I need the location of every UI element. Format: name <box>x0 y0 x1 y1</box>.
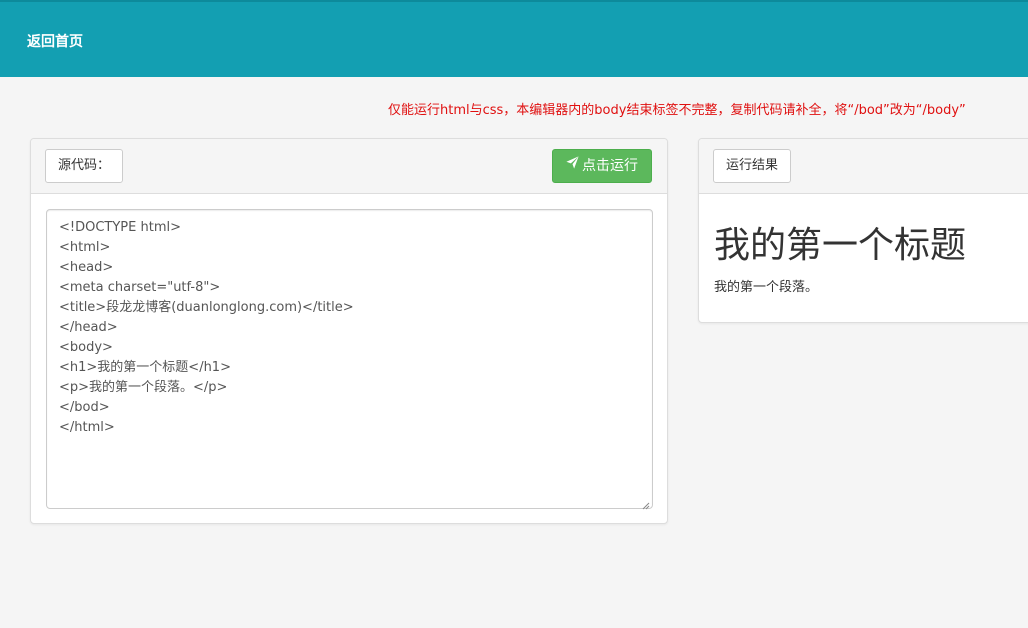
result-output: 我的第一个标题 我的第一个段落。 <box>699 194 1028 295</box>
back-home-link[interactable]: 返回首页 <box>27 31 83 51</box>
code-line: <html> <box>59 240 111 255</box>
code-line: </head> <box>59 320 118 335</box>
result-label: 运行结果 <box>713 149 792 183</box>
top-bar: 返回首页 <box>0 0 1028 77</box>
code-line: <head> <box>59 260 114 275</box>
code-line: <title>段龙龙博客(duanlonglong.com)</title> <box>59 300 354 315</box>
run-button[interactable]: 点击运行 <box>552 149 652 183</box>
paper-plane-icon <box>566 149 579 181</box>
notice-text: 仅能运行html与css，本编辑器内的body结束标签不完整，复制代码请补全，将… <box>388 103 966 118</box>
result-panel-heading: 运行结果 <box>699 139 1028 194</box>
result-heading: 我的第一个标题 <box>714 225 967 266</box>
code-editor-textarea[interactable]: <!DOCTYPE html> <html> <head> <meta charset… <box>46 209 653 510</box>
run-button-label: 点击运行 <box>582 158 638 174</box>
code-line: <p>我的第一个段落。</p> <box>59 380 228 395</box>
code-line: <h1>我的第一个标题</h1> <box>59 360 231 375</box>
code-lines: <!DOCTYPE html> <html> <head> <meta charset… <box>59 218 640 438</box>
source-panel-heading: 源代码： 点击运行 <box>31 139 667 194</box>
source-code-panel: 源代码： 点击运行 <!DOCTYPE html> <html> <head> <me… <box>30 138 668 524</box>
result-paragraph: 我的第一个段落。 <box>714 280 819 295</box>
code-line: </bod> <box>59 400 110 415</box>
result-panel: 运行结果 我的第一个标题 我的第一个段落。 <box>698 138 1028 323</box>
code-line: <body> <box>59 340 113 355</box>
resize-grip-icon[interactable] <box>641 497 650 510</box>
code-line: <!DOCTYPE html> <box>59 220 181 235</box>
source-code-label: 源代码： <box>45 149 124 183</box>
code-line: </html> <box>59 420 115 435</box>
code-line: <meta charset="utf-8"> <box>59 280 221 295</box>
